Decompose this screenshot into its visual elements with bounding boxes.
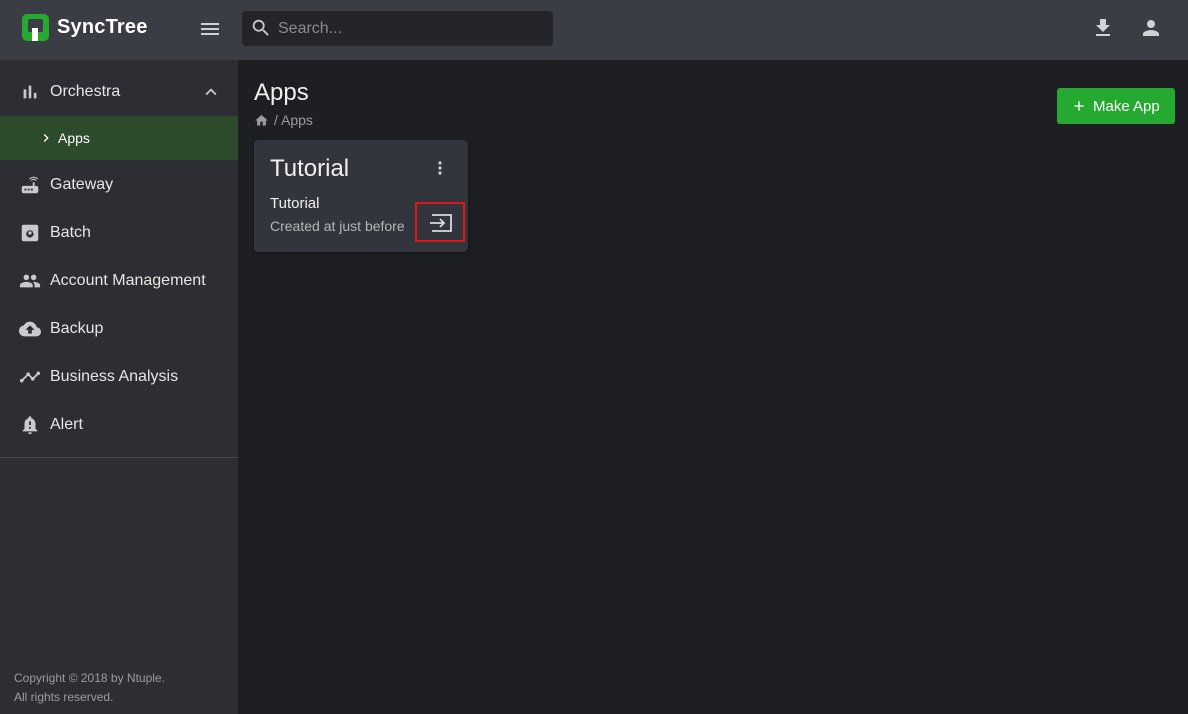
sidebar-subitem-apps[interactable]: Apps — [0, 116, 238, 160]
sidebar-item-batch[interactable]: Batch — [0, 211, 238, 255]
sidebar-item-gateway[interactable]: Gateway — [0, 163, 238, 207]
app-card-title: Tutorial — [270, 155, 350, 182]
search-input[interactable] — [278, 11, 546, 46]
sidebar-item-backup[interactable]: Backup — [0, 307, 238, 351]
synctree-logo-icon — [22, 14, 49, 41]
enter-app-icon — [430, 214, 452, 232]
sidebar-item-label: Business Analysis — [50, 368, 179, 385]
brand-name: SyncTree — [57, 16, 148, 38]
sidebar-item-business-analysis[interactable]: Business Analysis — [0, 355, 238, 399]
search-icon — [252, 19, 269, 36]
sidebar-item-orchestra[interactable]: Orchestra — [0, 70, 238, 114]
search-box — [242, 11, 553, 46]
sidebar-item-label: Batch — [50, 224, 91, 241]
hamburger-menu-icon[interactable] — [198, 17, 222, 41]
more-vert-icon[interactable] — [430, 156, 450, 180]
download-icon[interactable] — [1091, 16, 1115, 40]
sidebar-item-label: Alert — [50, 416, 83, 433]
account-icon[interactable] — [1139, 16, 1163, 40]
sidebar-item-label: Gateway — [50, 176, 114, 193]
app-card-subtitle: Tutorial — [270, 195, 320, 212]
sidebar-item-label: Account Management — [50, 272, 206, 289]
trend-line-icon — [19, 371, 41, 383]
sidebar-subitem-label: Apps — [58, 130, 90, 146]
cloud-upload-icon — [19, 321, 41, 337]
make-app-label: Make App — [1093, 98, 1160, 115]
sidebar-item-account-management[interactable]: Account Management — [0, 259, 238, 303]
bar-chart-icon — [23, 85, 37, 99]
sidebar-item-alert[interactable]: Alert — [0, 403, 238, 447]
top-app-bar: SyncTree — [0, 0, 1188, 60]
sidebar-item-label: Backup — [50, 320, 104, 337]
sidebar-item-label: Orchestra — [50, 83, 121, 100]
sidebar: Orchestra Apps Gateway Batch Account Man… — [0, 60, 238, 714]
chevron-right-icon — [43, 134, 49, 142]
batch-gear-icon — [21, 224, 39, 242]
router-icon — [21, 176, 39, 194]
sidebar-divider — [0, 457, 238, 458]
copyright-line: Copyright © 2018 by Ntuple. — [14, 671, 165, 685]
home-icon[interactable] — [254, 113, 269, 128]
page-title: Apps — [254, 79, 309, 106]
people-icon — [19, 274, 41, 288]
breadcrumb-current: / Apps — [274, 112, 313, 128]
copyright-line: All rights reserved. — [14, 690, 114, 704]
copyright-text: Copyright © 2018 by Ntuple. All rights r… — [14, 669, 165, 707]
make-app-button[interactable]: Make App — [1057, 88, 1175, 124]
app-card[interactable]: Tutorial Tutorial Created at just before — [254, 140, 468, 252]
app-card-created: Created at just before — [270, 218, 405, 234]
bell-icon — [22, 416, 38, 435]
chevron-up-icon[interactable] — [200, 81, 222, 103]
plus-icon — [1074, 101, 1084, 111]
enter-app-button[interactable] — [415, 202, 465, 242]
